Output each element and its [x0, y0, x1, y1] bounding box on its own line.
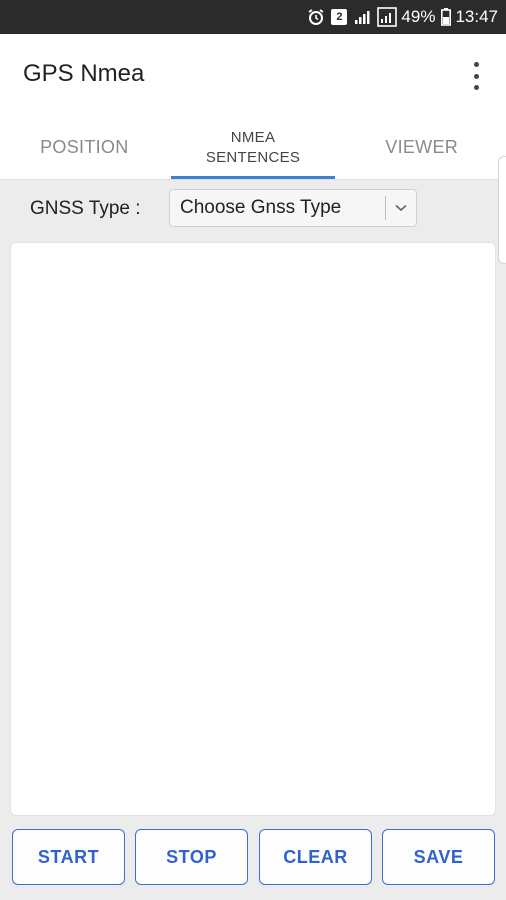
save-button[interactable]: SAVE	[382, 829, 495, 885]
signal-icon	[377, 7, 398, 27]
tab-position-label: POSITION	[40, 137, 129, 157]
start-button[interactable]: START	[12, 829, 125, 885]
app-title: GPS Nmea	[23, 60, 145, 87]
stop-button[interactable]: STOP	[135, 829, 248, 885]
clock: 13:47	[455, 7, 498, 26]
gnss-type-dropdown[interactable]: Choose Gnss Type	[169, 189, 417, 227]
tab-nmea-sentences[interactable]: NMEA SENTENCES	[169, 116, 338, 179]
signal-icon	[353, 8, 371, 26]
gnss-type-value: Choose Gnss Type	[180, 197, 342, 218]
status-bar: 2 49% 13:47	[0, 0, 506, 34]
battery-percentage: 49%	[401, 7, 436, 26]
notification-badge: 2	[331, 9, 348, 25]
overflow-menu-icon[interactable]	[466, 62, 486, 90]
tab-nmea-line2: SENTENCES	[205, 148, 301, 166]
tab-nmea-line1: NMEA	[230, 128, 276, 146]
tab-nmea-sentences-label: NMEA SENTENCES	[206, 128, 300, 168]
battery-icon	[441, 8, 452, 26]
tab-viewer-label: VIEWER	[385, 137, 459, 157]
tab-position[interactable]: POSITION	[0, 116, 169, 179]
side-drawer-handle[interactable]	[498, 156, 506, 264]
clear-button[interactable]: CLEAR	[259, 829, 372, 885]
tab-viewer[interactable]: VIEWER	[337, 116, 506, 179]
tab-bar: POSITION NMEA SENTENCES VIEWER	[0, 116, 506, 180]
chevron-down-icon	[386, 204, 416, 212]
alarm-icon	[307, 8, 325, 26]
app-bar: GPS Nmea	[0, 34, 506, 116]
nmea-output-panel[interactable]	[10, 242, 496, 816]
gnss-type-label: GNSS Type :	[30, 198, 141, 219]
